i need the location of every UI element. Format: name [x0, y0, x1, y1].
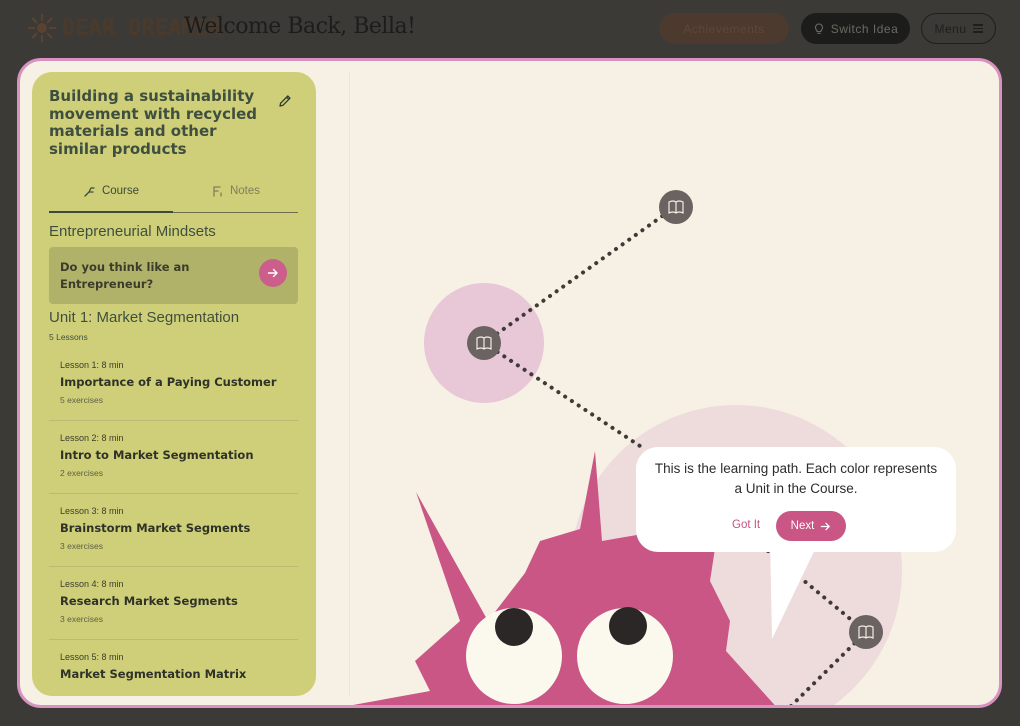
lesson-item[interactable]: Lesson 3: 8 min Brainstorm Market Segmen…	[49, 494, 298, 567]
menu-label: Menu	[934, 21, 967, 36]
lesson-item[interactable]: Lesson 5: 8 min Market Segmentation Matr…	[49, 640, 298, 696]
tab-notes[interactable]: Notes	[173, 185, 298, 213]
lesson-meta: Lesson 4: 8 min	[60, 579, 124, 589]
lesson-title: Market Segmentation Matrix	[60, 667, 247, 681]
lesson-exercises: 3 exercises	[60, 541, 103, 551]
mindset-card-text: Do you think like an Entrepreneur?	[60, 260, 190, 291]
lesson-title: Brainstorm Market Segments	[60, 521, 251, 535]
tab-course-label: Course	[101, 185, 140, 197]
unit-title: Unit 1: Market Segmentation	[49, 309, 240, 326]
sun-logo-icon	[28, 14, 56, 42]
course-icon	[84, 187, 95, 197]
arrow-right-icon	[267, 268, 278, 278]
sidebar-tabs: Course Notes	[49, 185, 298, 213]
top-header: DEAR DREAMER Welcome Back, Bella! Achiev…	[0, 0, 1020, 58]
onboarding-tooltip: This is the learning path. Each color re…	[636, 447, 956, 552]
panel-divider	[349, 72, 350, 697]
lesson-title: Intro to Market Segmentation	[60, 448, 254, 462]
lesson-item[interactable]: Lesson 4: 8 min Research Market Segments…	[49, 567, 298, 640]
menu-button[interactable]: Menu	[921, 13, 996, 44]
lesson-item[interactable]: Lesson 1: 8 min Importance of a Paying C…	[49, 348, 298, 421]
unit-lesson-count: 5 Lessons	[49, 332, 88, 342]
switch-idea-label: Switch Idea	[830, 21, 899, 36]
achievements-label: Achievements	[683, 21, 765, 36]
tooltip-text: This is the learning path. Each color re…	[654, 461, 938, 496]
course-title: Building a sustainability movement with …	[49, 87, 258, 158]
notes-icon	[213, 186, 222, 197]
lesson-list: Lesson 1: 8 min Importance of a Paying C…	[49, 348, 298, 696]
next-label: Next	[790, 520, 815, 532]
pencil-icon[interactable]	[277, 93, 293, 109]
mindset-arrow-button[interactable]	[259, 259, 287, 287]
lesson-exercises: 2 exercises	[60, 468, 103, 478]
hamburger-icon	[972, 22, 983, 35]
lesson-node[interactable]	[849, 615, 883, 649]
section-title: Entrepreneurial Mindsets	[49, 223, 216, 240]
lesson-title: Research Market Segments	[60, 594, 238, 608]
lesson-node[interactable]	[467, 326, 501, 360]
main-frame: Building a sustainability movement with …	[17, 58, 1002, 708]
lesson-meta: Lesson 3: 8 min	[60, 506, 124, 516]
tab-course[interactable]: Course	[49, 185, 173, 213]
course-sidebar: Building a sustainability movement with …	[32, 72, 316, 696]
tab-notes-label: Notes	[229, 185, 261, 197]
switch-idea-button[interactable]: Switch Idea	[801, 13, 910, 44]
lesson-node[interactable]	[659, 190, 693, 224]
lesson-exercises: 5 exercises	[60, 395, 103, 405]
achievements-button[interactable]: Achievements	[659, 13, 789, 44]
arrow-right-icon	[821, 522, 831, 530]
lesson-title: Importance of a Paying Customer	[60, 375, 277, 389]
next-button[interactable]: Next	[776, 511, 846, 541]
lesson-exercises: 3 exercises	[60, 614, 103, 624]
lesson-item[interactable]: Lesson 2: 8 min Intro to Market Segmenta…	[49, 421, 298, 494]
lightbulb-icon	[814, 22, 823, 34]
lesson-meta: Lesson 2: 8 min	[60, 433, 124, 443]
welcome-title: Welcome Back, Bella!	[184, 14, 416, 39]
lesson-meta: Lesson 5: 8 min	[60, 652, 124, 662]
got-it-button[interactable]: Got It	[732, 519, 760, 531]
lesson-meta: Lesson 1: 8 min	[60, 360, 124, 370]
mindset-quiz-card[interactable]: Do you think like an Entrepreneur?	[49, 247, 298, 304]
